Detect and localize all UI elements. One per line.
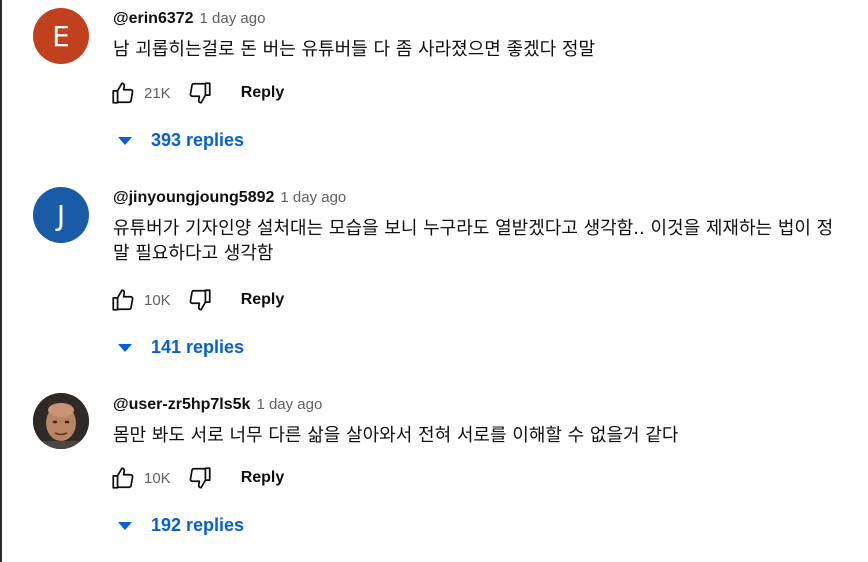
replies-count-label: 192 replies — [151, 514, 245, 535]
like-count: 10K — [144, 291, 171, 309]
comment-actions: 10K Reply — [108, 285, 284, 315]
view-replies-button[interactable]: 192 replies — [118, 512, 244, 538]
avatar-photo — [33, 393, 89, 449]
comment-timestamp[interactable]: 1 day ago — [280, 189, 346, 206]
avatar[interactable]: E — [33, 8, 89, 64]
comment-header: @erin6372 1 day ago — [113, 10, 265, 32]
like-count: 21K — [144, 84, 171, 102]
thumbs-up-icon — [112, 289, 134, 311]
comment-timestamp[interactable]: 1 day ago — [256, 396, 322, 413]
thumbs-up-icon — [112, 82, 134, 104]
avatar[interactable]: J — [33, 187, 89, 243]
comment-timestamp[interactable]: 1 day ago — [200, 10, 266, 27]
view-replies-button[interactable]: 393 replies — [118, 127, 244, 153]
replies-count-label: 393 replies — [151, 129, 245, 150]
caret-down-icon — [118, 522, 132, 530]
caret-down-icon — [118, 344, 132, 352]
reply-button[interactable]: Reply — [241, 291, 285, 309]
comment-header: @user-zr5hp7ls5k 1 day ago — [113, 396, 322, 418]
caret-down-icon — [118, 137, 132, 145]
comment-actions: 21K Reply — [108, 78, 284, 108]
avatar-letter: E — [52, 19, 70, 53]
view-replies-button[interactable]: 141 replies — [118, 334, 244, 360]
author-handle[interactable]: @user-zr5hp7ls5k — [113, 396, 250, 414]
dislike-button[interactable] — [185, 463, 215, 493]
like-button[interactable] — [108, 285, 138, 315]
author-handle[interactable]: @jinyoungjoung5892 — [113, 189, 274, 207]
comment-text: 몸만 봐도 서로 너무 다른 삶을 살아와서 전혀 서로를 이해할 수 없을거 … — [113, 425, 679, 446]
avatar[interactable] — [33, 393, 89, 449]
thumbs-down-icon — [189, 82, 211, 104]
comment-text: 유튜버가 기자인양 설처대는 모습을 보니 누구라도 열받겠다고 생각함.. 이… — [113, 218, 834, 264]
thumbs-up-icon — [112, 467, 134, 489]
avatar-letter: J — [56, 198, 66, 232]
replies-count-label: 141 replies — [151, 336, 245, 357]
comment-actions: 10K Reply — [108, 463, 284, 493]
comment-header: @jinyoungjoung5892 1 day ago — [113, 189, 346, 211]
author-handle[interactable]: @erin6372 — [113, 10, 194, 28]
comment-text: 남 괴롭히는걸로 돈 버는 유튜버들 다 좀 사라졌으면 좋겠다 정말 — [113, 39, 596, 60]
window-border — [0, 0, 2, 562]
reply-button[interactable]: Reply — [241, 469, 285, 487]
like-button[interactable] — [108, 78, 138, 108]
thumbs-down-icon — [189, 467, 211, 489]
dislike-button[interactable] — [185, 78, 215, 108]
like-button[interactable] — [108, 463, 138, 493]
reply-button[interactable]: Reply — [241, 84, 285, 102]
thumbs-down-icon — [189, 289, 211, 311]
like-count: 10K — [144, 469, 171, 487]
dislike-button[interactable] — [185, 285, 215, 315]
